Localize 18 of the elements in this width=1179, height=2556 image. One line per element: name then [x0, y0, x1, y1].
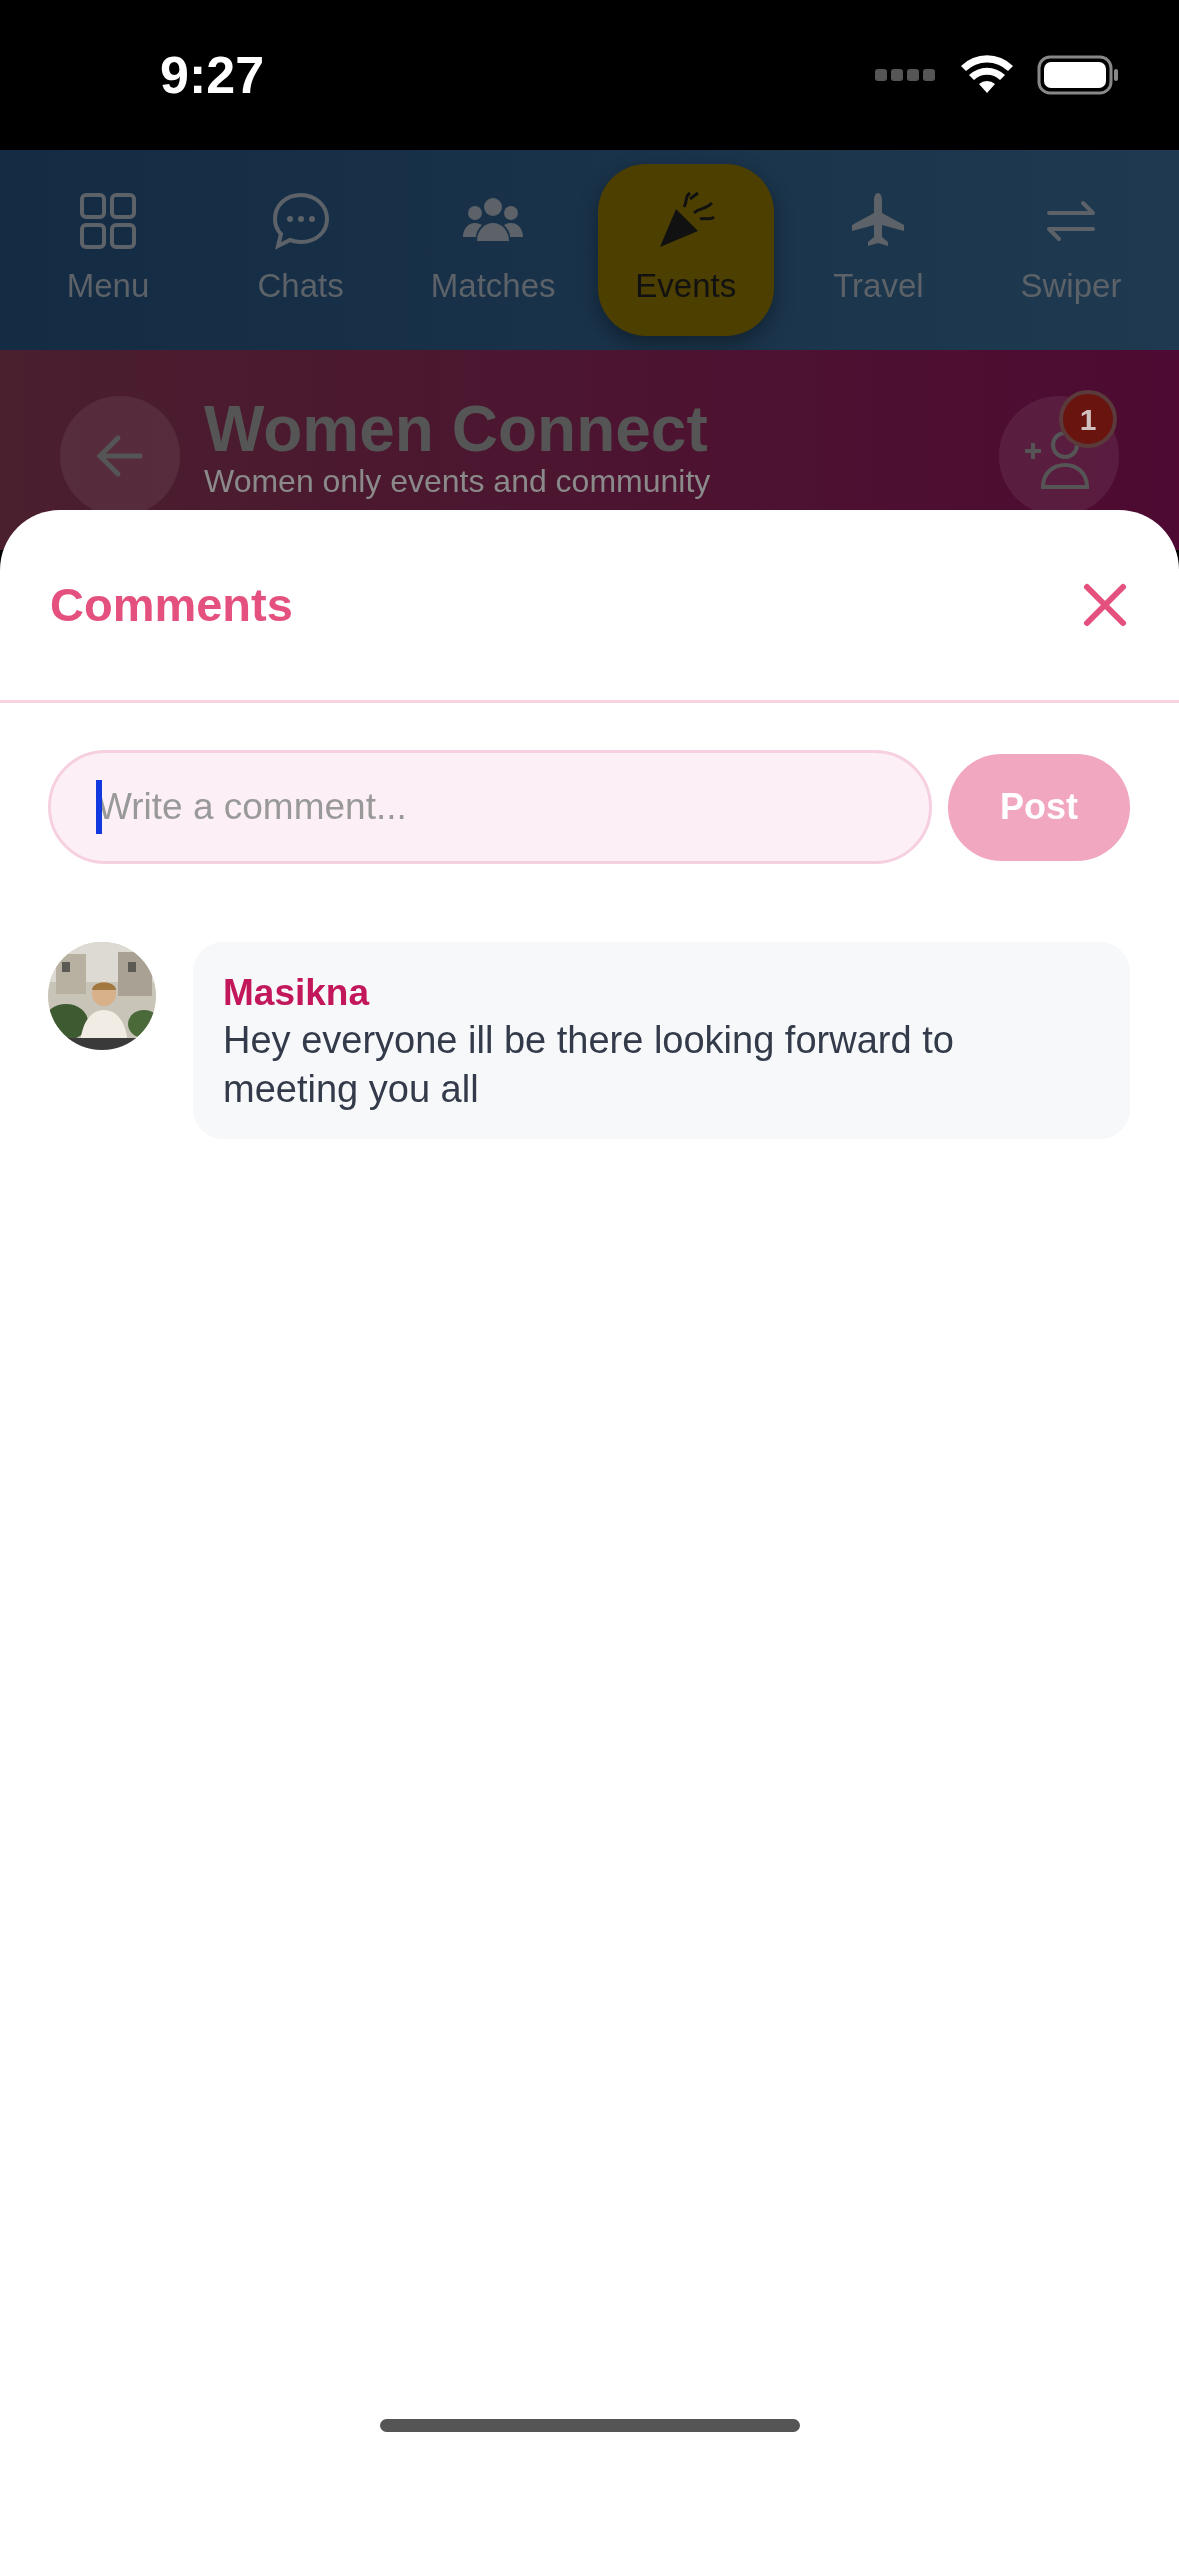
- status-time: 9:27: [160, 45, 265, 106]
- nav-tab[interactable]: Matches: [405, 164, 582, 336]
- wifi-icon: [961, 55, 1013, 95]
- nav-tab[interactable]: Travel: [790, 164, 967, 336]
- page-title: Women Connect: [204, 396, 709, 464]
- comment-author: Masikna: [223, 971, 371, 1015]
- page-subtitle: Women only events and community: [204, 463, 712, 500]
- post-button[interactable]: Post: [948, 753, 1130, 861]
- comment-text: Hey everyone ill be there looking forward to meeting you all: [223, 1018, 955, 1112]
- sheet-title: Comments: [50, 576, 293, 633]
- nav-tab[interactable]: Chats: [212, 164, 389, 336]
- battery-icon: [1037, 55, 1119, 95]
- notification-badge: 1: [1059, 390, 1117, 448]
- nav-tab[interactable]: Swiper: [982, 164, 1159, 336]
- signal-icon: [875, 67, 937, 83]
- close-button[interactable]: [1081, 581, 1129, 629]
- nav-tab[interactable]: Menu: [20, 164, 196, 336]
- nav-tab[interactable]: Events: [597, 164, 774, 336]
